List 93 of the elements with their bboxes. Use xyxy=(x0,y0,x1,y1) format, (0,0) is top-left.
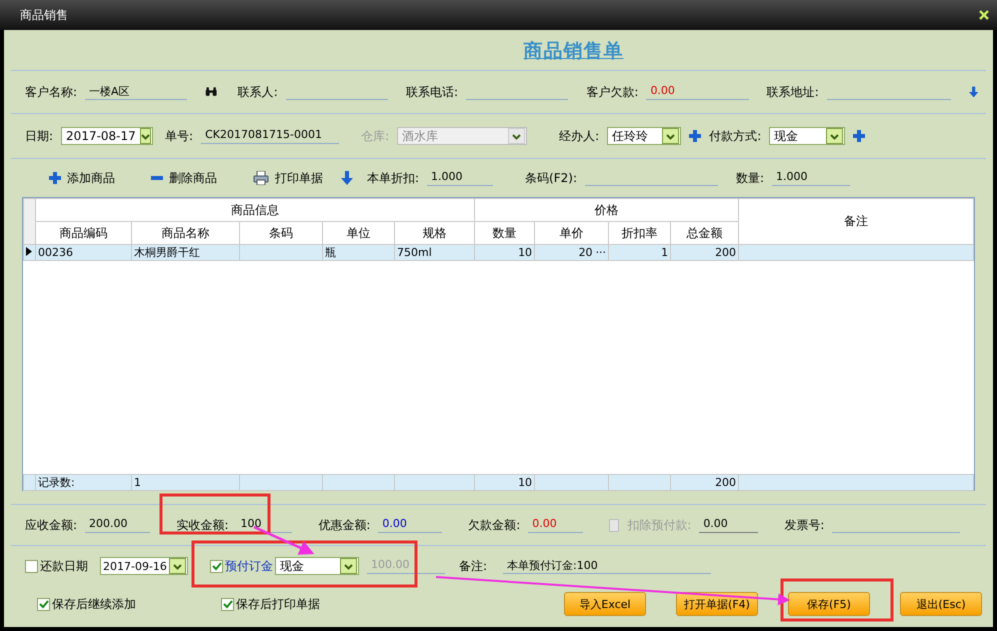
column-header: 商品编码 xyxy=(36,222,132,244)
table-cell: 1 xyxy=(661,246,668,259)
dropdown[interactable]: 现金 xyxy=(769,127,846,145)
text-field[interactable]: 1.000 xyxy=(427,170,494,186)
ellipsis-button[interactable]: ··· xyxy=(596,246,606,259)
field-label: 发票号: xyxy=(784,516,824,534)
form-title: 商品销售单 xyxy=(524,39,624,64)
action-button[interactable]: 保存(F5) xyxy=(788,592,870,616)
field-label: 单号: xyxy=(165,128,194,144)
field-label: 联系地址: xyxy=(766,84,819,100)
checkbox-label: 还款日期 xyxy=(40,558,88,574)
caret-icon[interactable] xyxy=(666,132,676,140)
field-label: 客户名称: xyxy=(25,84,78,100)
binoculars-icon[interactable] xyxy=(205,86,218,98)
table-cell: 10 xyxy=(518,476,532,489)
action-button[interactable]: 打开单据(F4) xyxy=(676,592,758,616)
field-label: 扣除预付款: xyxy=(627,516,692,534)
text-field[interactable]: 1.000 xyxy=(772,170,850,186)
date-dropdown[interactable]: 2017-09-16 xyxy=(100,557,188,575)
checkbox-label: 保存后打印单据 xyxy=(236,596,320,612)
text-field[interactable]: 一楼A区 xyxy=(85,84,188,100)
window-title: 商品销售 xyxy=(20,6,68,24)
printer-icon[interactable] xyxy=(253,171,269,185)
field-label: 日期: xyxy=(25,128,54,144)
text-field[interactable]: 0.00 xyxy=(378,517,442,533)
field-label: 优惠金额: xyxy=(318,516,370,534)
plus-icon[interactable] xyxy=(49,172,61,184)
toolbar-button[interactable]: 添加商品 xyxy=(49,170,115,186)
text-field[interactable]: 0.00 xyxy=(528,517,582,533)
field-label: 数量: xyxy=(736,170,764,186)
column-header: 折扣率 xyxy=(608,222,671,244)
text-field[interactable]: 100 xyxy=(236,517,292,533)
column-header: 商品名称 xyxy=(132,222,240,244)
field-label: 条码(F2): xyxy=(525,170,577,186)
caret-icon[interactable] xyxy=(344,562,353,570)
table-cell: 瓶 xyxy=(325,246,336,259)
column-header: 规格 xyxy=(394,222,475,244)
text-field[interactable]: 200.00 xyxy=(85,517,150,533)
table-cell: 200 xyxy=(715,476,736,489)
checkbox[interactable] xyxy=(37,598,50,610)
field-label: 实收金额: xyxy=(176,516,228,534)
table-cell: 1 xyxy=(134,476,141,489)
toolbar-button[interactable]: 删除商品 xyxy=(151,170,217,186)
field-label: 经办人: xyxy=(559,128,600,144)
field-label: 客户欠款: xyxy=(586,84,638,100)
payment-dropdown[interactable]: 现金 xyxy=(275,557,359,575)
caret-icon[interactable] xyxy=(173,562,182,570)
dropdown[interactable]: 2017-08-17 xyxy=(61,127,154,145)
checkbox[interactable] xyxy=(210,560,223,572)
table-cell: 10 xyxy=(518,246,532,259)
checkbox-label: 预付订金 xyxy=(225,558,273,574)
down-arrow-icon[interactable] xyxy=(341,171,353,185)
caret-icon[interactable] xyxy=(830,132,840,140)
text-field[interactable]: 0.00 xyxy=(646,84,749,100)
field-label: 付款方式: xyxy=(709,128,762,144)
table-cell: 木桐男爵干红 xyxy=(134,246,200,259)
table-cell: 20 xyxy=(578,246,593,259)
note-field[interactable]: 本单预付订金:100 xyxy=(503,558,712,574)
column-header: 条码 xyxy=(240,222,322,244)
plus-icon[interactable] xyxy=(853,130,866,142)
column-header: 单位 xyxy=(322,222,394,244)
action-button[interactable]: 导入Excel xyxy=(564,592,646,616)
column-header: 备注 xyxy=(738,198,974,244)
field-label: 仓库: xyxy=(361,128,390,144)
field-label: 应收金额: xyxy=(25,516,78,534)
table-cell: 200 xyxy=(715,246,736,259)
field-label: 欠款金额: xyxy=(468,516,520,534)
table-cell: 750ml xyxy=(397,246,432,259)
table-cell: 记录数: xyxy=(38,476,75,489)
table-cell: 00236 xyxy=(38,246,73,259)
group-header: 价格 xyxy=(474,198,739,222)
caret-icon[interactable] xyxy=(140,132,150,140)
column-header: 数量 xyxy=(474,222,535,244)
plus-icon[interactable] xyxy=(689,130,702,142)
group-header: 商品信息 xyxy=(36,198,475,222)
dropdown[interactable]: 任玲玲 xyxy=(607,127,682,145)
close-icon[interactable] xyxy=(979,10,989,20)
down-arrow-icon[interactable] xyxy=(968,85,978,99)
field-label: 联系人: xyxy=(238,84,278,100)
row-pointer-icon xyxy=(26,247,32,256)
column-header: 总金额 xyxy=(670,222,739,244)
field-label: 本单折扣: xyxy=(367,170,420,186)
checkbox-label: 保存后继续添加 xyxy=(52,596,136,612)
toolbar-button[interactable]: 打印单据 xyxy=(253,170,323,186)
checkbox[interactable] xyxy=(25,560,38,572)
pointer-arrow xyxy=(253,526,314,555)
field-label: 备注: xyxy=(459,558,488,574)
action-button[interactable]: 退出(Esc) xyxy=(900,592,982,616)
text-field[interactable]: CK2017081715-0001 xyxy=(201,128,340,144)
field-label: 联系电话: xyxy=(406,84,458,100)
table-row[interactable]: 00236 木桐男爵干红 瓶 750ml 10 20 ··· 1 200 xyxy=(24,244,974,260)
column-header: 单价 xyxy=(534,222,609,244)
checkbox[interactable] xyxy=(221,598,234,610)
